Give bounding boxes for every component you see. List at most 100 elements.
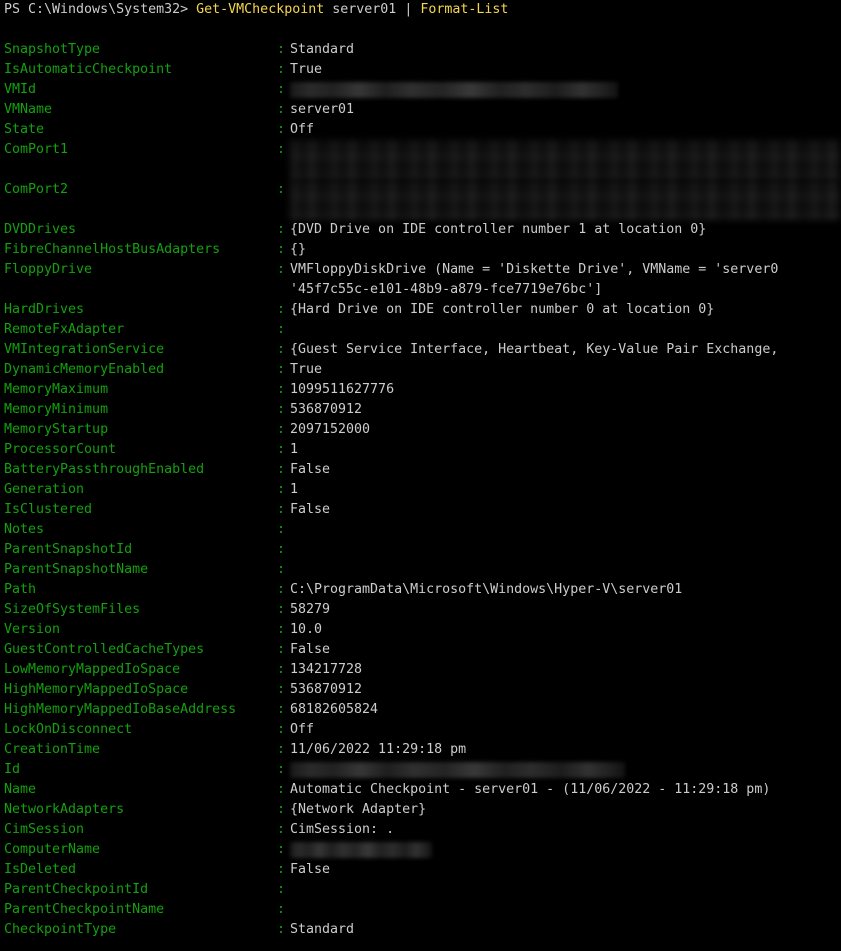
property-separator: : bbox=[277, 142, 286, 157]
property-name: CimSession bbox=[4, 822, 85, 837]
property-row: Version:10.0 bbox=[0, 620, 841, 640]
property-name: Name bbox=[4, 782, 37, 797]
property-separator: : bbox=[277, 502, 286, 517]
property-name: ParentSnapshotId bbox=[4, 542, 133, 557]
property-name: HighMemoryMappedIoBaseAddress bbox=[4, 702, 237, 717]
property-name: BatteryPassthroughEnabled bbox=[4, 462, 205, 477]
property-name: HardDrives bbox=[4, 302, 85, 317]
property-separator: : bbox=[277, 302, 286, 317]
property-row: SnapshotType: Standard bbox=[0, 40, 841, 60]
property-row-continuation: '45f7c55c-e101-48b9-a879-fce7719e76bc'] bbox=[0, 280, 841, 300]
property-row: CreationTime:11/06/2022 11:29:18 pm bbox=[0, 740, 841, 760]
property-row: FloppyDrive: VMFloppyDiskDrive (Name = 'D… bbox=[0, 260, 841, 280]
property-row: VMIntegrationService: {Guest Service Inte… bbox=[0, 340, 841, 360]
property-row: Path: C:\ProgramData\Microsoft\Windows\Hy… bbox=[0, 580, 841, 600]
property-value: {DVD Drive on IDE controller number 1 at… bbox=[290, 222, 707, 237]
property-separator: : bbox=[277, 542, 286, 557]
property-separator: : bbox=[277, 842, 286, 857]
property-name: VMId bbox=[4, 82, 37, 97]
property-row: HighMemoryMappedIoBaseAddress:6818260582… bbox=[0, 700, 841, 720]
property-row: LowMemoryMappedIoSpace:134217728 bbox=[0, 660, 841, 680]
property-row: MemoryMinimum:536870912 bbox=[0, 400, 841, 420]
property-separator: : bbox=[277, 182, 286, 197]
property-name: ComPort1 bbox=[4, 142, 69, 157]
property-separator: : bbox=[277, 342, 286, 357]
property-name: IsClustered bbox=[4, 502, 93, 517]
property-row: ParentSnapshotName: bbox=[0, 560, 841, 580]
property-value: Automatic Checkpoint - server01 - (11/06… bbox=[290, 782, 771, 797]
property-separator: : bbox=[277, 382, 286, 397]
property-separator: : bbox=[277, 802, 286, 817]
property-separator: : bbox=[277, 602, 286, 617]
property-row: ComPort1: bbox=[0, 140, 841, 180]
property-value: True bbox=[290, 362, 323, 377]
property-name: VMName bbox=[4, 102, 53, 117]
property-value: 11/06/2022 11:29:18 pm bbox=[290, 742, 467, 757]
property-row: Id: bbox=[0, 760, 841, 780]
property-separator: : bbox=[277, 562, 286, 577]
property-separator: : bbox=[277, 742, 286, 757]
property-value: 2097152000 bbox=[290, 422, 371, 437]
property-row: MemoryMaximum:1099511627776 bbox=[0, 380, 841, 400]
property-list: SnapshotType: Standard IsAutomaticCheckpoi… bbox=[0, 40, 841, 940]
property-value: 1 bbox=[290, 442, 299, 457]
property-row: Notes: bbox=[0, 520, 841, 540]
property-separator: : bbox=[277, 582, 286, 597]
property-separator: : bbox=[277, 522, 286, 537]
property-name: DynamicMemoryEnabled bbox=[4, 362, 165, 377]
property-name: FloppyDrive bbox=[4, 262, 93, 277]
property-separator: : bbox=[277, 882, 286, 897]
property-name: IsAutomaticCheckpoint bbox=[4, 62, 173, 77]
property-row: HardDrives: {Hard Drive on IDE controller… bbox=[0, 300, 841, 320]
property-row: IsDeleted: False bbox=[0, 860, 841, 880]
property-name: Notes bbox=[4, 522, 45, 537]
property-value: Standard bbox=[290, 42, 355, 57]
property-value: 1099511627776 bbox=[290, 382, 395, 397]
command-argument: server01 bbox=[332, 2, 397, 17]
property-separator: : bbox=[277, 42, 286, 57]
redacted-value bbox=[290, 842, 432, 858]
property-value: 58279 bbox=[290, 602, 331, 617]
property-separator: : bbox=[277, 682, 286, 697]
property-name: ParentSnapshotName bbox=[4, 562, 149, 577]
prompt-line: PS C:\Windows\System32> Get-VMCheckpoint… bbox=[0, 0, 841, 20]
format-cmdlet: Format-List bbox=[420, 2, 509, 17]
property-row: NetworkAdapters: {Network Adapter} bbox=[0, 800, 841, 820]
property-row: CheckpointType: Standard bbox=[0, 920, 841, 940]
property-value: False bbox=[290, 642, 331, 657]
redacted-block bbox=[290, 180, 841, 220]
property-value: 536870912 bbox=[290, 402, 363, 417]
property-separator: : bbox=[277, 102, 286, 117]
property-row: DynamicMemoryEnabled: True bbox=[0, 360, 841, 380]
property-row: Generation:1 bbox=[0, 480, 841, 500]
property-value: True bbox=[290, 62, 323, 77]
property-separator: : bbox=[277, 482, 286, 497]
property-separator: : bbox=[277, 62, 286, 77]
property-name: LockOnDisconnect bbox=[4, 722, 133, 737]
property-name: Path bbox=[4, 582, 37, 597]
property-value: server01 bbox=[290, 102, 355, 117]
property-value: False bbox=[290, 862, 331, 877]
property-name: RemoteFxAdapter bbox=[4, 322, 125, 337]
redacted-block bbox=[290, 140, 841, 180]
property-name: NetworkAdapters bbox=[4, 802, 125, 817]
property-row: LockOnDisconnect: Off bbox=[0, 720, 841, 740]
powershell-terminal[interactable]: PS C:\Windows\System32> Get-VMCheckpoint… bbox=[0, 0, 841, 951]
property-value: False bbox=[290, 462, 331, 477]
property-value: CimSession: . bbox=[290, 822, 395, 837]
property-value: Off bbox=[290, 722, 315, 737]
property-row: BatteryPassthroughEnabled: False bbox=[0, 460, 841, 480]
property-row: DVDDrives: {DVD Drive on IDE controller n… bbox=[0, 220, 841, 240]
property-name: FibreChannelHostBusAdapters bbox=[4, 242, 221, 257]
property-separator: : bbox=[277, 82, 286, 97]
property-name: MemoryStartup bbox=[4, 422, 109, 437]
prompt-path: PS C:\Windows\System32> bbox=[4, 2, 189, 17]
property-separator: : bbox=[277, 822, 286, 837]
property-separator: : bbox=[277, 402, 286, 417]
property-value: 536870912 bbox=[290, 682, 363, 697]
property-row: VMId: bbox=[0, 80, 841, 100]
property-name: ParentCheckpointName bbox=[4, 902, 165, 917]
property-value: {} bbox=[290, 242, 307, 257]
property-separator: : bbox=[277, 222, 286, 237]
